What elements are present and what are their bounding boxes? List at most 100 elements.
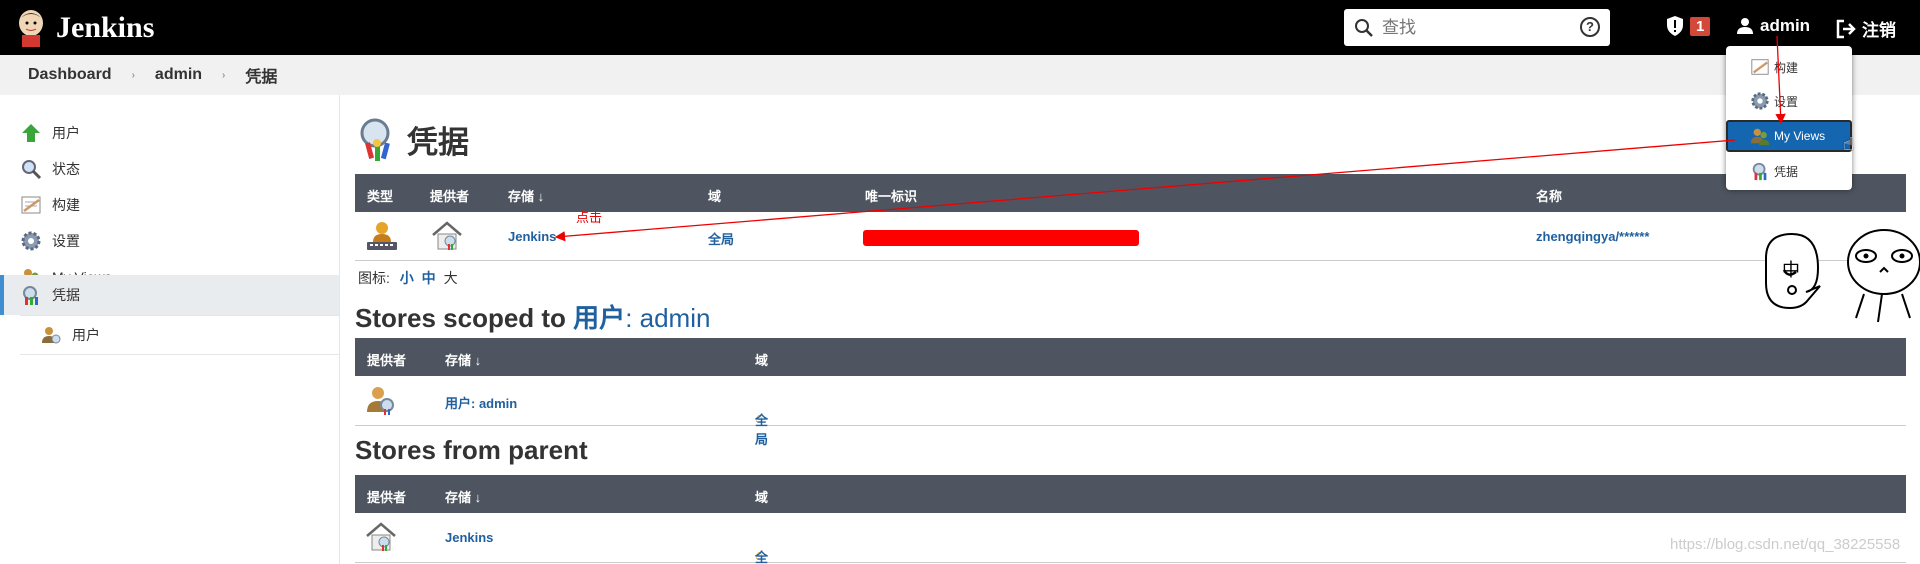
user-scope-link[interactable]: 用户 <box>573 303 625 333</box>
sidebar-item-settings[interactable]: 设置 <box>0 221 339 261</box>
sidebar-item-status[interactable]: 状态 <box>0 149 339 189</box>
column-header[interactable]: 存储 ↓ <box>445 487 481 506</box>
logout-label: 注销 <box>1862 21 1896 40</box>
store-link-jenkins[interactable]: Jenkins <box>508 229 556 244</box>
search-box[interactable]: ? <box>1344 9 1610 46</box>
column-header[interactable]: 提供者 <box>430 186 469 205</box>
store-link-user-admin[interactable]: 用户: admin <box>445 393 517 412</box>
sidebar-subitem-label: 用户 <box>72 327 100 343</box>
help-icon[interactable]: ? <box>1580 17 1600 37</box>
column-header[interactable]: 域 <box>755 350 768 369</box>
app-title: Jenkins <box>56 10 155 44</box>
icon-size-medium[interactable]: 中 <box>422 270 436 286</box>
table-header: 提供者 存储 ↓ 域 <box>355 475 1906 513</box>
icon-size-selector: 图标: 小 中 大 <box>358 268 458 288</box>
table-row: 用户: admin ⌂ 全局 <box>355 376 1906 447</box>
credential-name-link[interactable]: zhengqingya/****** <box>1536 229 1649 244</box>
user-credentials-icon <box>40 324 62 346</box>
top-header: Jenkins ? 1 admin 注销 <box>0 0 1920 55</box>
meme-sticker: 中 <box>1762 228 1920 328</box>
sidebar-item-user[interactable]: 用户 <box>0 113 339 153</box>
breadcrumb-credentials: 凭据 <box>245 69 278 86</box>
store-link-jenkins[interactable]: Jenkins <box>445 530 493 545</box>
icon-size-small[interactable]: 小 <box>400 270 414 286</box>
notepad-icon <box>20 194 42 216</box>
user-stores-table: 提供者 存储 ↓ 域 用户: admin ⌂ 全局 <box>355 338 1906 447</box>
provider-house-icon <box>432 221 462 250</box>
jenkins-logo[interactable]: Jenkins <box>14 8 154 48</box>
dropdown-item-build[interactable]: 构建 <box>1728 52 1850 82</box>
stores-parent-heading: Stores from parent <box>355 435 588 465</box>
sidebar-item-build[interactable]: 构建 <box>0 185 339 225</box>
dropdown-item-label: My Views <box>1774 129 1826 143</box>
column-header[interactable]: 提供者 <box>367 487 406 506</box>
jenkins-butler-icon <box>14 8 48 48</box>
breadcrumb-separator: › <box>131 69 135 81</box>
credential-type-icon <box>367 222 397 250</box>
breadcrumb: Dashboard › admin › 凭据 <box>0 55 1920 95</box>
user-group-icon <box>1750 126 1770 146</box>
dropdown-item-my-views[interactable]: My Views ☝ <box>1726 120 1854 154</box>
credentials-icon <box>1750 161 1770 181</box>
search-icon <box>1354 18 1374 38</box>
icon-size-label: 图标: <box>358 270 390 286</box>
redacted-id-bar <box>863 230 1139 246</box>
up-arrow-icon <box>20 122 42 144</box>
dropdown-item-settings[interactable]: 设置 <box>1728 86 1850 116</box>
provider-house-icon <box>366 522 396 551</box>
logout-button[interactable]: 注销 <box>1836 16 1896 41</box>
user-name: admin <box>1760 16 1811 35</box>
sidebar-item-label: 设置 <box>52 233 80 249</box>
user-icon <box>1737 18 1753 34</box>
notepad-icon <box>1750 57 1770 77</box>
column-header[interactable]: 唯一标识 <box>865 186 917 205</box>
page-title: 凭据 <box>355 115 469 163</box>
gear-icon <box>1750 91 1770 111</box>
user-dropdown-menu: 构建 设置 My Views ☝ 凭据 <box>1726 46 1854 190</box>
column-header[interactable]: 名称 <box>1536 186 1562 205</box>
click-annotation: 点击 <box>576 210 603 225</box>
sidebar-item-label: 用户 <box>52 125 80 141</box>
dropdown-item-label: 凭据 <box>1774 164 1799 179</box>
table-header: 提供者 存储 ↓ 域 <box>355 338 1906 376</box>
dropdown-item-label: 设置 <box>1774 94 1799 109</box>
domain-label: 全局 <box>755 550 769 564</box>
sidebar-item-credentials[interactable]: 凭据 <box>0 275 339 315</box>
credentials-icon <box>20 284 42 306</box>
breadcrumb-separator: › <box>222 69 226 81</box>
domain-label: 全局 <box>755 413 769 447</box>
domain-link-global[interactable]: 全局 <box>708 229 734 248</box>
sidebar: 用户 状态 构建 设置 My Views 凭据 用户 <box>0 95 340 564</box>
column-header[interactable]: 域 <box>708 186 721 205</box>
sticker-text: 中 <box>1782 260 1800 280</box>
icon-size-large[interactable]: 大 <box>444 270 458 286</box>
sidebar-subitem-user[interactable]: 用户 <box>20 315 339 355</box>
heading-suffix: : admin <box>625 303 711 333</box>
breadcrumb-admin[interactable]: admin <box>155 66 202 84</box>
user-provider-icon <box>367 387 394 415</box>
shield-alert-icon <box>1667 16 1683 36</box>
stores-scoped-heading: Stores scoped to 用户: admin <box>355 298 710 335</box>
magnifier-icon <box>20 158 42 180</box>
dropdown-item-credentials[interactable]: 凭据 <box>1728 156 1850 186</box>
dropdown-item-label: 构建 <box>1774 60 1799 75</box>
column-header[interactable]: 域 <box>755 487 768 506</box>
logout-icon <box>1836 19 1856 38</box>
sidebar-item-label: 构建 <box>52 197 80 213</box>
page-title-text: 凭据 <box>407 124 469 160</box>
sidebar-item-label: 凭据 <box>52 287 80 303</box>
search-input[interactable] <box>1382 17 1582 38</box>
column-header[interactable]: 类型 <box>367 186 393 205</box>
security-alert-button[interactable]: 1 <box>1666 15 1711 37</box>
breadcrumb-dashboard[interactable]: Dashboard <box>28 66 112 84</box>
user-menu-button[interactable]: admin <box>1736 16 1810 36</box>
gear-icon <box>20 230 42 252</box>
sidebar-item-label: 状态 <box>52 161 80 177</box>
column-header[interactable]: 存储 ↓ <box>445 350 481 369</box>
watermark: https://blog.csdn.net/qq_38225558 <box>1670 536 1901 553</box>
column-header[interactable]: 存储 ↓ <box>508 186 544 205</box>
credentials-icon <box>360 118 390 161</box>
column-header[interactable]: 提供者 <box>367 350 406 369</box>
hand-cursor-icon: ☝ <box>1843 134 1854 154</box>
heading-prefix: Stores scoped to <box>355 303 566 333</box>
